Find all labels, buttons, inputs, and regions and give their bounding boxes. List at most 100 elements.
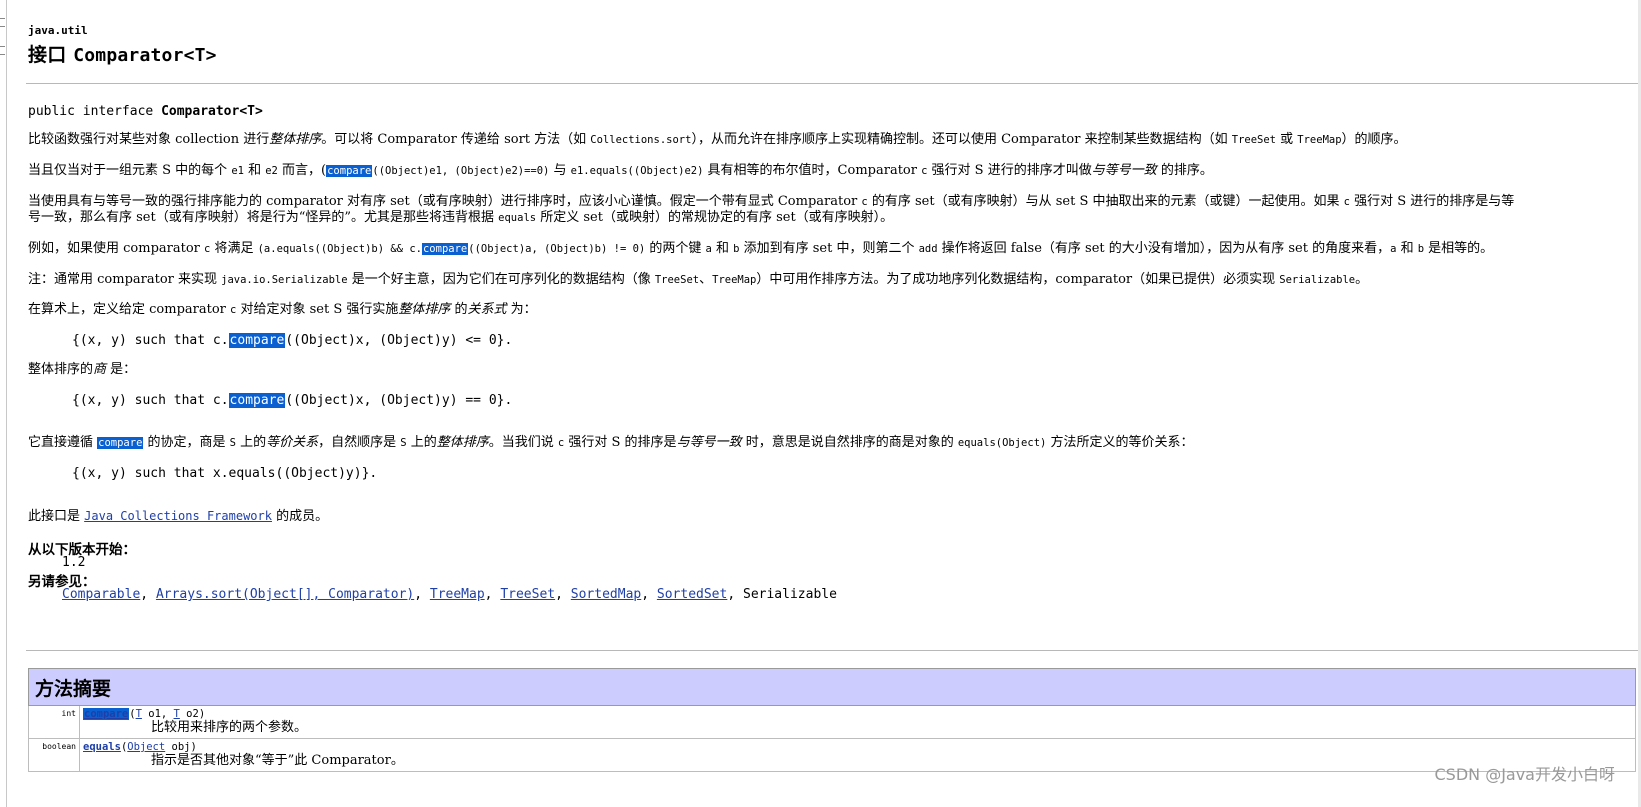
declaration-name: Comparator<T>	[161, 104, 263, 119]
highlighted-compare: compare	[228, 393, 286, 408]
paragraph-9: 此接口是 Java Collections Framework 的成员。	[28, 508, 328, 525]
text: 。	[1355, 272, 1369, 287]
link-arrays-sort[interactable]: Arrays.sort(Object[], Comparator)	[156, 587, 414, 602]
text: 当且仅当对于一组元素 S 中的每个	[28, 163, 232, 178]
text: 、	[699, 272, 713, 287]
text: 的有序 set（或有序映射）与从 set S 中抽取出来的元素（或键）一起使用。…	[867, 194, 1344, 209]
text: ），从而允许在排序顺序上实现精确控制。还可以使用 Comparator 来控制某…	[691, 132, 1232, 147]
return-type: int	[28, 705, 80, 739]
italic-term: 等价关系	[266, 435, 319, 450]
text: 上的	[406, 435, 437, 450]
table-row: int compare(T o1, T o2) 比较用来排序的两个参数。	[28, 705, 1636, 739]
link-treemap[interactable]: TreeMap	[430, 587, 485, 602]
method-description: 比较用来排序的两个参数。	[151, 720, 308, 735]
package-name: java.util	[28, 24, 88, 37]
separator: ,	[414, 587, 430, 602]
page-title: 接口 Comparator<T>	[28, 40, 217, 67]
method-summary-heading: 方法摘要	[28, 668, 1636, 706]
since-value: 1.2	[62, 555, 86, 570]
method-description: 指示是否其他对象“等于”此 Comparator。	[151, 753, 404, 768]
italic-term: 整体排序	[269, 132, 322, 147]
text: 它直接遵循	[28, 435, 98, 450]
text: 比较函数强行对某些对象 collection 进行	[28, 132, 270, 147]
highlighted-compare: compare	[326, 165, 373, 177]
text: 强行对 S 进行的排序才叫做	[927, 163, 1092, 178]
text: 在算术上，定义给定 comparator	[28, 302, 231, 317]
text: ）中可用作排序方法。为了成功地序列化数据结构，comparator（如果已提供）…	[756, 272, 1280, 287]
text: 是相等的。	[1424, 241, 1494, 256]
text: 当使用具有与等号一致的强行排序能力的 comparator 对有序 set（或有…	[28, 194, 862, 209]
link-sortedmap[interactable]: SortedMap	[571, 587, 641, 602]
separator: ,	[140, 587, 156, 602]
code: {(x, y) such that c.	[72, 333, 229, 348]
text: 操作将返回 false（有序 set 的大小没有增加），因为从有序 set 的角…	[937, 241, 1391, 256]
divider	[26, 83, 1638, 84]
text: 的两个键	[645, 241, 706, 256]
code: Serializable	[1279, 274, 1356, 286]
text: 的协定，商是	[143, 435, 230, 450]
code: o2)	[179, 708, 206, 720]
text: 具有相等的布尔值时，Comparator	[703, 163, 922, 178]
text: 的成员。	[271, 509, 329, 524]
code: TreeSet	[654, 274, 700, 286]
link-sortedset[interactable]: SortedSet	[657, 587, 727, 602]
gutter-tick	[0, 18, 5, 19]
text: 的	[450, 302, 468, 317]
italic-term: 商	[93, 362, 107, 377]
text: 强行对 S 的排序是	[564, 435, 677, 450]
type-link-object[interactable]: Object	[127, 741, 165, 753]
italic-term: 整体排序	[436, 435, 489, 450]
text: 方法所定义的等价关系：	[1046, 435, 1194, 450]
paragraph-4: 例如，如果使用 comparator c 将满足 (a.equals((Obje…	[28, 241, 1493, 257]
text: 强行对 S 进行的排序是与等	[1349, 194, 1515, 209]
code: o1,	[141, 708, 174, 720]
paragraph-3-line-1: 当使用具有与等号一致的强行排序能力的 comparator 对有序 set（或有…	[28, 194, 1514, 210]
code: e1.equals((Object)e2)	[570, 165, 704, 177]
title-name: Comparator<T>	[73, 45, 217, 66]
paragraph-5: 注：通常用 comparator 来实现 java.io.Serializabl…	[28, 272, 1368, 288]
method-cell: equals(Object obj) 指示是否其他对象“等于”此 Compara…	[79, 738, 1636, 772]
text: 而言，(	[277, 163, 327, 178]
code: {(x, y) such that c.	[72, 393, 229, 408]
text: ，自然顺序是	[318, 435, 401, 450]
return-type: boolean	[28, 738, 80, 772]
paragraph-1: 比较函数强行对某些对象 collection 进行整体排序。可以将 Compar…	[28, 132, 1407, 148]
text: 添加到有序 set 中，则第二个	[739, 241, 919, 256]
text: 是：	[106, 362, 137, 377]
method-link-equals[interactable]: equals	[83, 741, 121, 753]
see-also-links: Comparable, Arrays.sort(Object[], Compar…	[62, 587, 837, 603]
separator: ,	[641, 587, 657, 602]
left-margin-gutter	[0, 0, 7, 807]
watermark: CSDN @Java开发小白呀	[1434, 765, 1615, 784]
paragraph-2: 当且仅当对于一组元素 S 中的每个 e1 和 e2 而言，(compare((O…	[28, 163, 1213, 179]
table-row: boolean equals(Object obj) 指示是否其他对象“等于”此…	[28, 738, 1636, 772]
text: 所定义 set（或映射）的常规协定的有序 set（或有序映射）。	[536, 210, 894, 225]
text: 上的	[236, 435, 267, 450]
text: 对给定对象 set S 强行实施	[236, 302, 399, 317]
text: 。可以将 Comparator 传递给 sort 方法（如	[321, 132, 591, 147]
method-signature: equals(Object obj)	[83, 741, 1632, 753]
text: 注：通常用 comparator 来实现	[28, 272, 222, 287]
code: obj)	[165, 741, 197, 753]
link-java-collections-framework[interactable]: Java Collections Framework	[84, 509, 272, 523]
code: ((Object)e1, (Object)e2)==0)	[372, 165, 550, 177]
separator: ,	[555, 587, 571, 602]
code: equals(Object)	[957, 437, 1047, 449]
code: java.io.Serializable	[221, 274, 348, 286]
text: 和	[1396, 241, 1418, 256]
highlighted-compare: compare	[97, 437, 144, 449]
link-comparable[interactable]: Comparable	[62, 587, 140, 602]
paragraph-7: 整体排序的商 是：	[28, 362, 136, 378]
code: (a.equals((Object)b) && c.	[257, 243, 422, 255]
text: 。当我们说	[488, 435, 558, 450]
highlighted-compare: compare	[421, 243, 469, 255]
separator: ,	[484, 587, 501, 602]
code: ((Object)x, (Object)y) == 0}.	[285, 393, 513, 408]
text: 将满足	[210, 241, 258, 256]
code: Collections.sort	[590, 134, 692, 146]
link-treeset[interactable]: TreeSet	[500, 587, 555, 602]
text: 是一个好主意，因为它们在可序列化的数据结构（像	[347, 272, 655, 287]
method-link-compare[interactable]: compare	[83, 708, 130, 720]
method-cell: compare(T o1, T o2) 比较用来排序的两个参数。	[79, 705, 1636, 739]
paragraph-6: 在算术上，定义给定 comparator c 对给定对象 set S 强行实施整…	[28, 302, 537, 318]
